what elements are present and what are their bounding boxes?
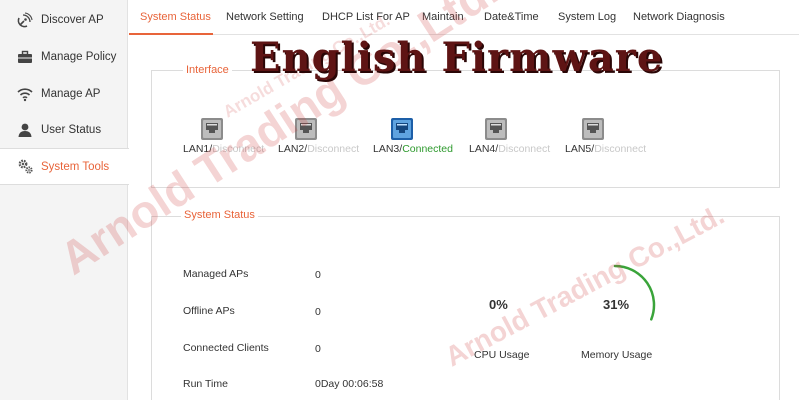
tab-dhcp-list[interactable]: DHCP List For AP <box>322 0 410 35</box>
memory-usage-label: Memory Usage <box>581 349 653 361</box>
interface-panel <box>151 70 780 188</box>
lan5-status: Disconnect <box>594 143 647 155</box>
lan4-label: LAN4/Disconnect <box>469 143 551 155</box>
tab-bar: System Status Network Setting DHCP List … <box>129 0 799 35</box>
cpu-usage-label: CPU Usage <box>474 349 530 361</box>
lan5-label: LAN5/Disconnect <box>565 143 647 155</box>
offline-aps-value: 0 <box>315 306 321 318</box>
tab-maintain[interactable]: Maintain <box>422 0 464 35</box>
lan1-label: LAN1/Disconnect <box>183 143 265 155</box>
offline-aps-label: Offline APs <box>183 305 235 317</box>
sidebar-item-manage-policy[interactable]: Manage Policy <box>0 38 127 75</box>
sidebar-item-label: Discover AP <box>41 13 104 26</box>
memory-usage-value: 31% <box>603 297 630 312</box>
english-firmware-banner: English Firmware <box>250 34 664 81</box>
tab-system-log[interactable]: System Log <box>558 0 616 35</box>
lan3-port-icon <box>390 117 414 144</box>
sidebar-item-label: Manage Policy <box>41 50 117 63</box>
lan2-status: Disconnect <box>307 143 360 155</box>
sidebar-item-manage-ap[interactable]: Manage AP <box>0 75 127 112</box>
managed-aps-label: Managed APs <box>183 268 249 280</box>
lan5-port-icon <box>581 117 605 144</box>
wifi-icon <box>16 85 34 103</box>
lan3-status: Connected <box>402 143 453 155</box>
run-time-label: Run Time <box>183 378 228 390</box>
satellite-dish-icon <box>16 11 34 29</box>
sidebar-item-discover-ap[interactable]: Discover AP <box>0 1 127 38</box>
sidebar-item-label: Manage AP <box>41 87 101 100</box>
tab-date-time[interactable]: Date&Time <box>484 0 539 35</box>
managed-aps-value: 0 <box>315 269 321 281</box>
connected-clients-label: Connected Clients <box>183 342 269 354</box>
tab-network-setting[interactable]: Network Setting <box>226 0 304 35</box>
sidebar-item-label: System Tools <box>41 160 110 173</box>
tab-system-status[interactable]: System Status <box>129 0 213 35</box>
system-status-title: System Status <box>181 209 258 221</box>
lan4-status: Disconnect <box>498 143 551 155</box>
lan1-status: Disconnect <box>212 143 265 155</box>
gears-icon <box>16 158 34 176</box>
sidebar: Discover AP Manage Policy Manage AP User… <box>0 0 129 400</box>
sidebar-item-label: User Status <box>41 123 102 136</box>
sidebar-item-system-tools[interactable]: System Tools <box>0 148 129 185</box>
interface-title: Interface <box>183 64 232 76</box>
run-time-value: 0Day 00:06:58 <box>315 378 384 390</box>
lan2-port-icon <box>294 117 318 144</box>
lan3-label: LAN3/Connected <box>373 143 453 155</box>
connected-clients-value: 0 <box>315 343 321 355</box>
tab-network-diagnosis[interactable]: Network Diagnosis <box>633 0 725 35</box>
cpu-usage-value: 0% <box>489 297 508 312</box>
lan1-port-icon <box>200 117 224 144</box>
briefcase-icon <box>16 48 34 66</box>
sidebar-item-user-status[interactable]: User Status <box>0 111 127 148</box>
lan4-port-icon <box>484 117 508 144</box>
lan2-label: LAN2/Disconnect <box>278 143 360 155</box>
user-icon <box>16 121 34 139</box>
